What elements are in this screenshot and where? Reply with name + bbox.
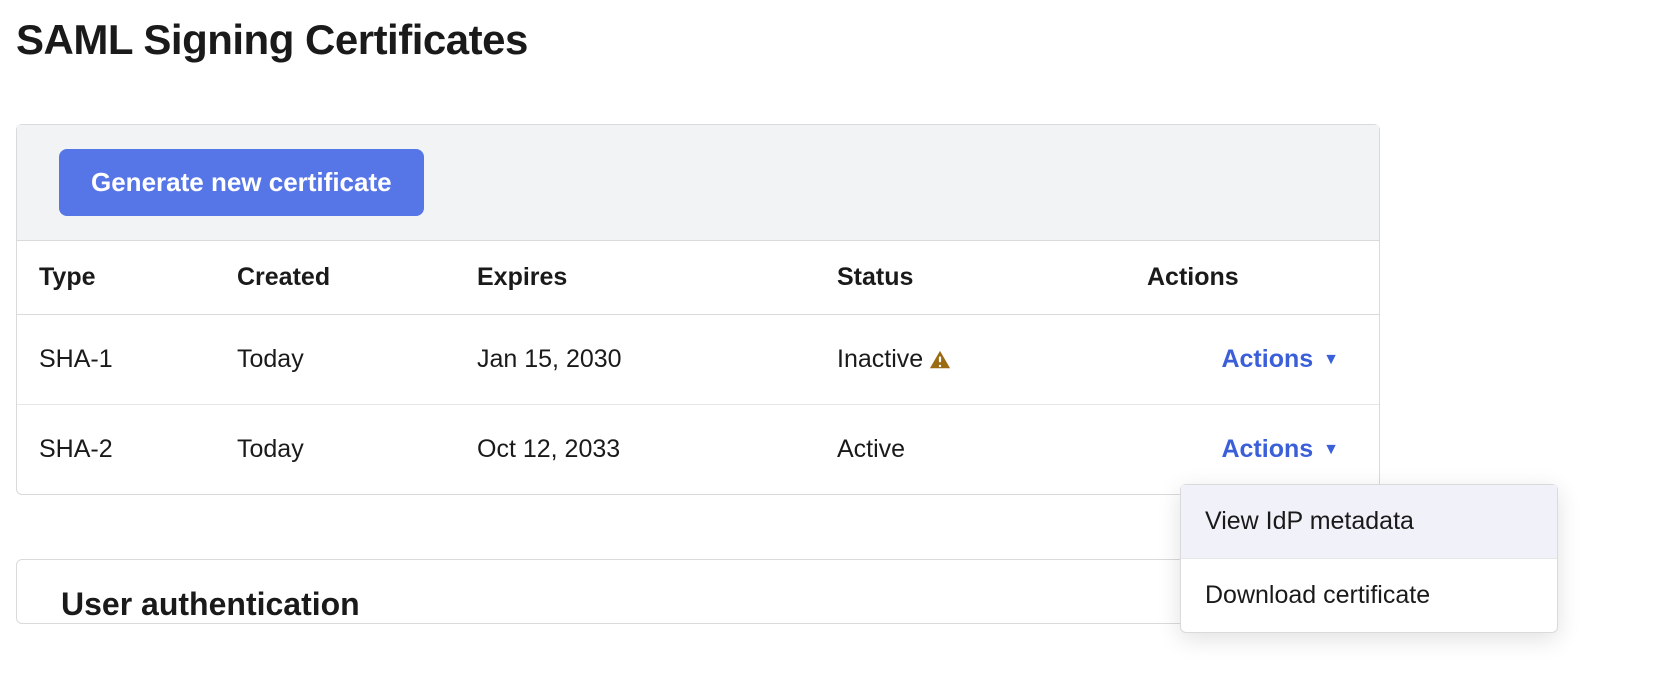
cell-type: SHA-2 [17,405,237,495]
table-header-row: Type Created Expires Status Actions [17,241,1379,315]
cell-actions: Actions ▼ [1147,315,1379,405]
page-title: SAML Signing Certificates [16,16,1638,64]
actions-label: Actions [1221,345,1313,374]
actions-label: Actions [1221,435,1313,464]
col-header-expires: Expires [477,241,837,315]
generate-new-certificate-button[interactable]: Generate new certificate [59,149,424,216]
panel-header: Generate new certificate [17,125,1379,241]
cell-expires: Jan 15, 2030 [477,315,837,405]
cell-status: Active [837,405,1147,495]
cell-type: SHA-1 [17,315,237,405]
col-header-actions: Actions [1147,241,1379,315]
actions-dropdown-menu: View IdP metadata Download certificate [1180,484,1558,633]
col-header-created: Created [237,241,477,315]
warning-icon [929,349,951,371]
chevron-down-icon: ▼ [1323,352,1339,368]
col-header-status: Status [837,241,1147,315]
user-authentication-section: User authentication Edit [16,559,1380,624]
certificates-table: Type Created Expires Status Actions SHA-… [17,241,1379,494]
cell-expires: Oct 12, 2033 [477,405,837,495]
section-title: User authentication [61,586,360,623]
dropdown-item-download-certificate[interactable]: Download certificate [1181,559,1557,632]
actions-dropdown-trigger[interactable]: Actions ▼ [1221,435,1339,464]
actions-dropdown-trigger[interactable]: Actions ▼ [1221,345,1339,374]
dropdown-item-view-idp-metadata[interactable]: View IdP metadata [1181,485,1557,559]
col-header-type: Type [17,241,237,315]
table-row: SHA-2 Today Oct 12, 2033 Active Actions … [17,405,1379,495]
certificates-panel: Generate new certificate Type Created Ex… [16,124,1380,495]
cell-status: Inactive [837,315,1147,405]
chevron-down-icon: ▼ [1323,442,1339,458]
cell-actions: Actions ▼ [1147,405,1379,495]
cell-created: Today [237,405,477,495]
status-text: Inactive [837,345,923,374]
status-text: Active [837,435,905,463]
cell-created: Today [237,315,477,405]
table-row: SHA-1 Today Jan 15, 2030 Inactive Action… [17,315,1379,405]
